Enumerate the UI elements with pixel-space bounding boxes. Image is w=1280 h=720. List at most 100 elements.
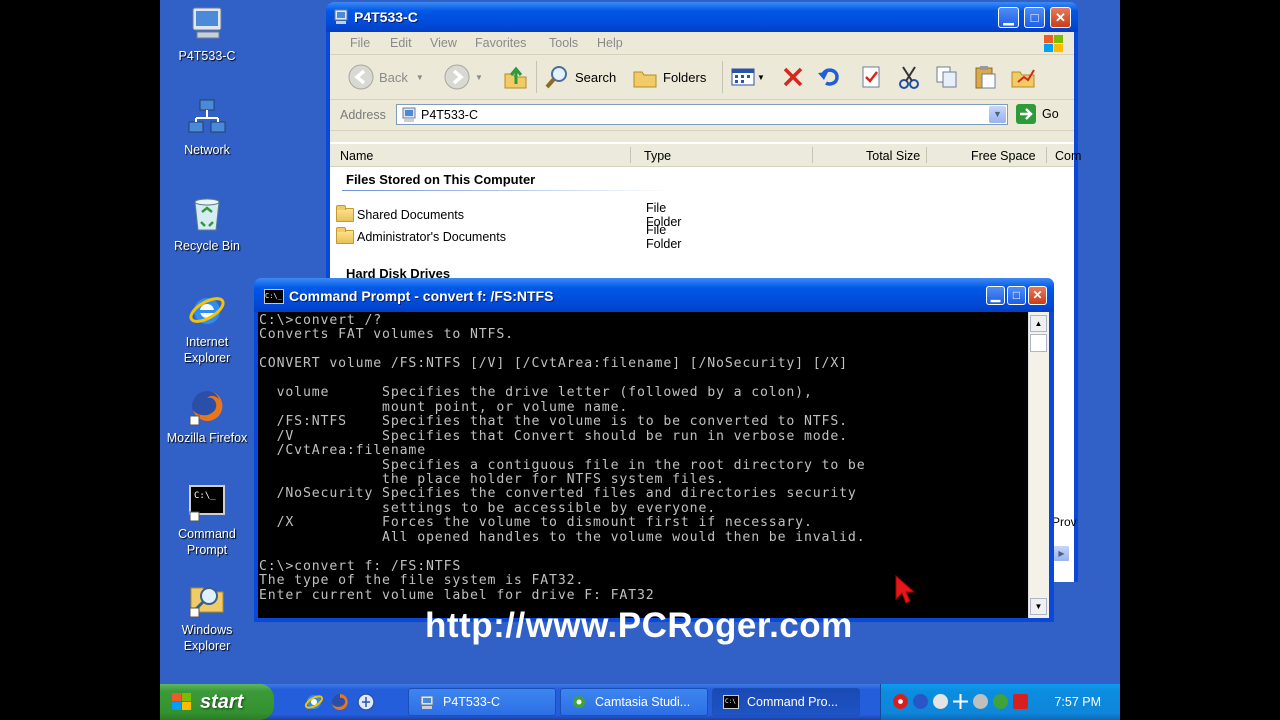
- address-bar: Address P4T533-C ▼ Go: [330, 100, 1074, 131]
- folders-button[interactable]: Folders: [632, 63, 706, 91]
- paste-button[interactable]: [972, 63, 1003, 91]
- console-output[interactable]: C:\>convert /? Converts FAT volumes to N…: [258, 312, 1028, 618]
- properties-icon: [858, 64, 884, 90]
- search-button[interactable]: Search: [544, 63, 616, 91]
- taskbar-item-camtasia[interactable]: Camtasia Studi...: [560, 688, 708, 716]
- undo-button[interactable]: [816, 63, 847, 91]
- tray-record-icon[interactable]: [893, 694, 908, 709]
- copy-button[interactable]: [934, 63, 965, 91]
- group-divider: [342, 190, 672, 191]
- system-tray: 7:57 PM: [880, 684, 1120, 720]
- toolbar-separator: [536, 61, 537, 93]
- column-separator[interactable]: [812, 147, 813, 163]
- move-to-button[interactable]: [1010, 63, 1041, 91]
- my-computer-icon: [187, 4, 227, 44]
- menu-bar: File Edit View Favorites Tools Help: [330, 32, 1074, 55]
- close-icon: ✕: [1055, 10, 1066, 25]
- list-item[interactable]: Administrator's Documents File Folder: [336, 223, 681, 251]
- app-globe-icon: [357, 693, 375, 711]
- tray-camtasia-icon[interactable]: [933, 694, 948, 709]
- tray-grid-icon[interactable]: [1013, 694, 1028, 709]
- quicklaunch-ie[interactable]: [304, 692, 324, 712]
- taskbar-item-command-prompt[interactable]: C:\ Command Pro...: [712, 688, 860, 716]
- desktop-icon-windows-explorer[interactable]: Windows Explorer: [160, 578, 254, 654]
- taskbar-item-label: P4T533-C: [443, 695, 500, 709]
- menu-file[interactable]: File: [350, 36, 370, 50]
- scroll-thumb[interactable]: [1030, 334, 1047, 352]
- column-type[interactable]: Type: [644, 149, 671, 163]
- folder-icon: [336, 227, 354, 244]
- taskbar-item-explorer[interactable]: P4T533-C: [408, 688, 556, 716]
- desktop-icon-internet-explorer[interactable]: Internet Explorer: [160, 290, 254, 366]
- internet-explorer-icon: [304, 695, 324, 709]
- my-computer-icon: [401, 107, 417, 126]
- column-separator[interactable]: [926, 147, 927, 163]
- firefox-icon: [332, 694, 348, 710]
- my-computer-icon: [334, 9, 348, 25]
- desktop-icon-recycle-bin[interactable]: Recycle Bin: [160, 194, 254, 254]
- taskbar-item-label: Camtasia Studi...: [595, 695, 691, 709]
- recycle-bin-icon: [187, 194, 227, 234]
- up-folder-button[interactable]: [502, 63, 533, 91]
- menu-tools[interactable]: Tools: [549, 36, 578, 50]
- maximize-button[interactable]: □: [1024, 7, 1045, 28]
- cmd-maximize-button[interactable]: □: [1007, 286, 1026, 305]
- svg-text:C:\_: C:\_: [194, 491, 216, 501]
- menu-favorites[interactable]: Favorites: [475, 36, 526, 50]
- column-separator[interactable]: [1046, 147, 1047, 163]
- desktop-icon-label: Network: [184, 143, 230, 157]
- column-free-space[interactable]: Free Space: [971, 149, 1036, 163]
- tray-move-icon[interactable]: [953, 694, 968, 709]
- go-button[interactable]: Go: [1016, 104, 1059, 124]
- desktop-icon-label: Explorer: [183, 639, 231, 653]
- vertical-scrollbar[interactable]: ▲ ▼: [1028, 312, 1049, 618]
- back-arrow-icon: [348, 64, 374, 90]
- desktop-icon-my-computer[interactable]: P4T533-C: [160, 4, 254, 64]
- close-button[interactable]: ✕: [1050, 7, 1071, 28]
- properties-button[interactable]: [858, 63, 889, 91]
- desktop-icon-command-prompt[interactable]: C:\_ Command Prompt: [160, 482, 254, 558]
- column-separator[interactable]: [630, 147, 631, 163]
- cmd-titlebar[interactable]: C:\_ Command Prompt - convert f: /FS:NTF…: [254, 278, 1054, 312]
- address-dropdown-button[interactable]: ▼: [989, 106, 1006, 123]
- network-icon: [187, 98, 227, 138]
- go-arrow-icon: [1016, 104, 1036, 124]
- menu-edit[interactable]: Edit: [390, 36, 412, 50]
- desktop-icon-firefox[interactable]: Mozilla Firefox: [160, 386, 254, 446]
- cut-button[interactable]: [896, 63, 927, 91]
- minimize-button[interactable]: ▁: [998, 7, 1019, 28]
- menu-help[interactable]: Help: [597, 36, 623, 50]
- views-button[interactable]: ▼: [730, 63, 765, 91]
- tray-shield-icon[interactable]: [993, 694, 1008, 709]
- scroll-up-button[interactable]: ▲: [1030, 315, 1047, 332]
- tray-wrench-icon[interactable]: [973, 694, 988, 709]
- cmd-minimize-button[interactable]: ▁: [986, 286, 1005, 305]
- scroll-right-button[interactable]: ▶: [1053, 545, 1070, 562]
- menu-view[interactable]: View: [430, 36, 457, 50]
- desktop-icon-network[interactable]: Network: [160, 98, 254, 158]
- tray-audio-icon[interactable]: [913, 694, 928, 709]
- list-item[interactable]: Shared Documents File Folder: [336, 201, 681, 229]
- delete-button[interactable]: [780, 63, 811, 91]
- desktop: P4T533-C Network Recycle Bin Internet Ex…: [160, 0, 1120, 720]
- chevron-down-icon: ▼: [993, 109, 1002, 119]
- quicklaunch-firefox[interactable]: [330, 692, 350, 712]
- start-button[interactable]: start: [160, 684, 274, 720]
- column-name[interactable]: Name: [340, 149, 373, 163]
- quicklaunch-app[interactable]: [356, 692, 376, 712]
- group-header: Files Stored on This Computer: [346, 172, 536, 187]
- maximize-icon: □: [1012, 288, 1021, 302]
- column-total-size[interactable]: Total Size: [866, 149, 920, 163]
- cmd-close-button[interactable]: ✕: [1028, 286, 1047, 305]
- address-value: P4T533-C: [421, 108, 478, 122]
- forward-button[interactable]: ▼: [444, 63, 483, 91]
- scroll-down-button[interactable]: ▼: [1030, 598, 1047, 615]
- back-button[interactable]: Back ▼: [348, 63, 424, 91]
- address-input[interactable]: P4T533-C ▼: [396, 104, 1008, 125]
- desktop-icon-label: Internet: [185, 335, 229, 349]
- folders-icon: [632, 64, 658, 90]
- command-prompt-icon: C:\_: [187, 482, 227, 522]
- chevron-down-icon: ▼: [415, 72, 424, 82]
- column-comments[interactable]: Com: [1055, 149, 1081, 163]
- explorer-titlebar[interactable]: P4T533-C ▁ □ ✕: [326, 2, 1078, 32]
